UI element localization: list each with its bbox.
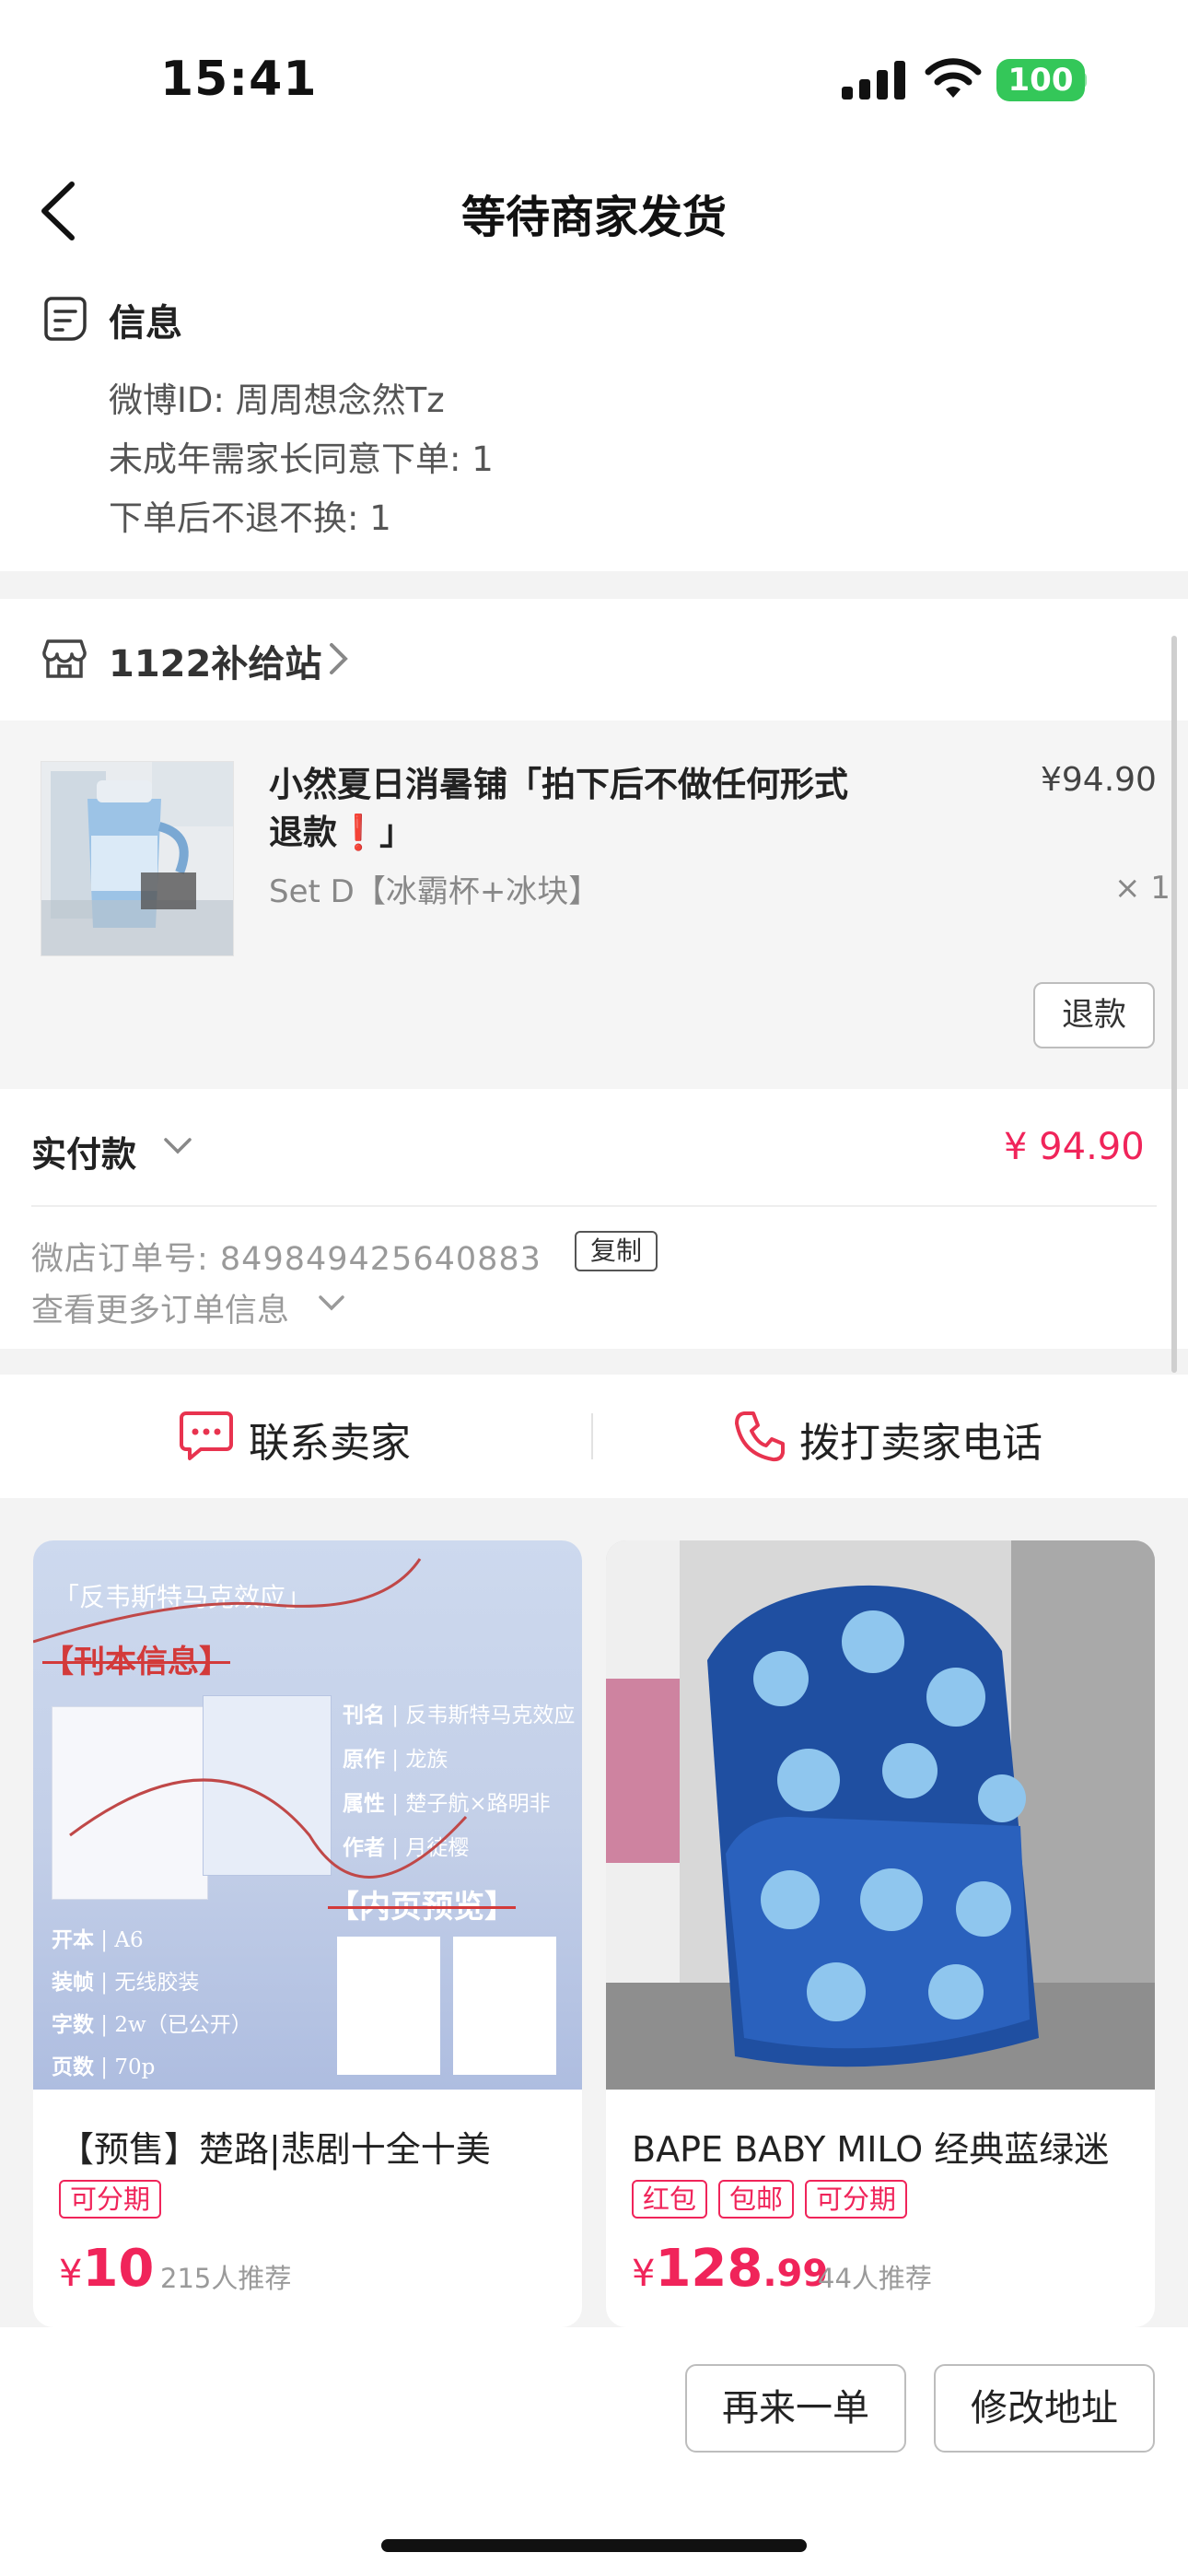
paid-amount: ¥ 94.90 <box>1004 1126 1145 1168</box>
change-address-button[interactable]: 修改地址 <box>934 2364 1155 2453</box>
recommend-card[interactable]: 「反韦斯特马克效应」 【刊本信息】 刊名 | 反韦斯特马克效应 原作 | 龙族 … <box>33 1540 582 2327</box>
recommend-price: ¥128.99 <box>632 2239 828 2299</box>
info-doc-icon <box>44 297 87 341</box>
tag-list: 红包 包邮 可分期 <box>632 2180 908 2219</box>
currency-symbol: ¥ <box>59 2253 83 2295</box>
product-thumbnail[interactable] <box>41 761 234 956</box>
recommend-count: 44人推荐 <box>818 2263 932 2294</box>
decorative-curve <box>33 1558 468 1879</box>
info-title: 信息 <box>109 302 182 345</box>
shop-name[interactable]: 1122补给站 <box>109 634 321 687</box>
chevron-down-icon[interactable] <box>162 1135 193 1157</box>
info-no-return: 下单后不退不换: 1 <box>109 498 391 538</box>
shop-icon <box>42 639 87 678</box>
divider <box>591 1413 593 1459</box>
contact-seller-button[interactable]: 联系卖家 <box>249 1410 411 1469</box>
recommend-title[interactable]: BAPE BABY MILO 经典蓝绿迷 <box>632 2121 1109 2172</box>
chevron-down-icon[interactable] <box>317 1294 346 1314</box>
reorder-button[interactable]: 再来一单 <box>685 2364 906 2453</box>
product-title[interactable]: 小然夏日消暑铺「拍下后不做任何形式退款❗」 <box>269 761 868 857</box>
installment-tag: 可分期 <box>59 2180 162 2219</box>
divider <box>31 1205 1157 1207</box>
recommend-count: 215人推荐 <box>160 2263 292 2294</box>
page-title: 等待商家发货 <box>460 192 727 243</box>
recommend-card[interactable]: BAPE BABY MILO 经典蓝绿迷 红包 包邮 可分期 ¥128.99 4… <box>606 1540 1155 2327</box>
info-weibo-id: 微博ID: 周周想念然Tz <box>109 381 445 420</box>
refund-button[interactable]: 退款 <box>1033 982 1155 1048</box>
price-integer: 128 <box>655 2239 763 2299</box>
paid-amount-label[interactable]: 实付款 <box>31 1126 136 1177</box>
phone-icon[interactable] <box>733 1410 786 1463</box>
home-indicator[interactable] <box>381 2539 807 2552</box>
recommend-title[interactable]: 【预售】楚路|悲剧十全十美 <box>59 2121 491 2172</box>
installment-tag: 可分期 <box>805 2180 908 2219</box>
more-order-info-link[interactable]: 查看更多订单信息 <box>31 1284 289 1331</box>
chevron-right-icon <box>330 643 348 674</box>
price-integer: 10 <box>82 2239 155 2299</box>
signal-icon <box>842 61 905 100</box>
scrollbar[interactable] <box>1171 636 1177 1373</box>
call-seller-button[interactable]: 拨打卖家电话 <box>799 1410 1042 1469</box>
wifi-icon <box>925 58 982 98</box>
battery-icon: 100 <box>996 59 1085 101</box>
info-minor-consent: 未成年需家长同意下单: 1 <box>109 439 494 479</box>
product-price: ¥94.90 <box>1041 761 1157 799</box>
copy-button[interactable]: 复制 <box>575 1231 658 1271</box>
product-spec: Set D【冰霸杯+冰块】 <box>269 873 600 910</box>
red-packet-tag: 红包 <box>632 2180 708 2219</box>
product-image[interactable] <box>606 1540 1155 2090</box>
order-number: 微店订单号: 849849425640883 <box>31 1241 542 1278</box>
product-quantity: × 1 <box>1114 870 1171 907</box>
chat-icon[interactable] <box>179 1410 234 1461</box>
currency-symbol: ¥ <box>632 2253 656 2295</box>
status-time: 15:41 <box>160 52 318 107</box>
tag-list: 可分期 <box>59 2180 162 2219</box>
product-image[interactable]: 「反韦斯特马克效应」 【刊本信息】 刊名 | 反韦斯特马克效应 原作 | 龙族 … <box>33 1540 582 2090</box>
recommend-price: ¥10 <box>59 2239 154 2299</box>
battery-tip <box>1079 72 1087 88</box>
free-shipping-tag: 包邮 <box>718 2180 795 2219</box>
